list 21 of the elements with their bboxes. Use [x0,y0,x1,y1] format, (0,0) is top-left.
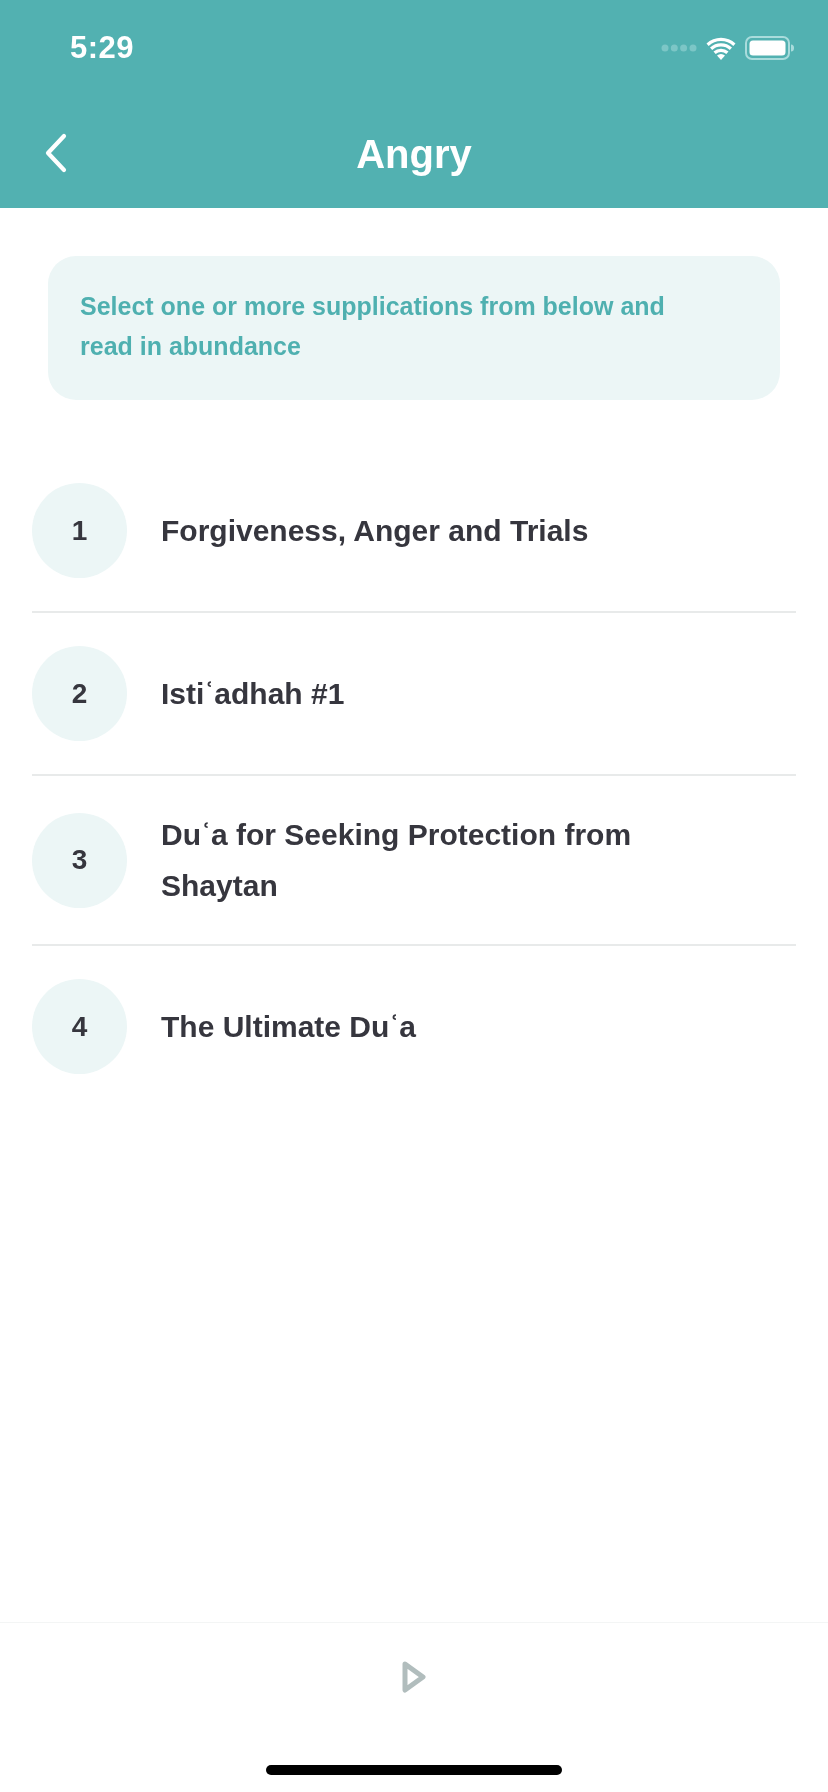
wifi-icon [706,36,736,60]
back-icon [45,133,67,173]
play-button[interactable] [400,1659,428,1695]
supplication-title: Duʿa for Seeking Protection from Shaytan [161,817,633,904]
play-icon [401,1660,427,1694]
supplication-title: Forgiveness, Anger and Trials [161,513,589,549]
supplication-item[interactable]: 3 Duʿa for Seeking Protection from Shaytan [32,776,796,944]
status-time: 5:29 [70,30,135,66]
instruction-text: Select one or more supplications from below and read in abundance [80,291,666,362]
number-circle: 3 [32,812,127,908]
battery-icon [745,36,794,60]
page-title: Angry [356,131,472,178]
number-circle: 1 [32,483,127,578]
number-circle: 2 [32,646,127,741]
supplication-item[interactable]: 2 Istiʿadhah #1 [32,613,796,774]
supplication-title: Istiʿadhah #1 [161,676,345,712]
supplication-item[interactable]: 4 The Ultimate Duʿa [32,946,796,1107]
cellular-signal-icon [661,44,697,52]
number-circle: 4 [32,979,127,1074]
supplication-item[interactable]: 1 Forgiveness, Anger and Trials [32,450,796,611]
supplication-title: The Ultimate Duʿa [161,1009,417,1045]
